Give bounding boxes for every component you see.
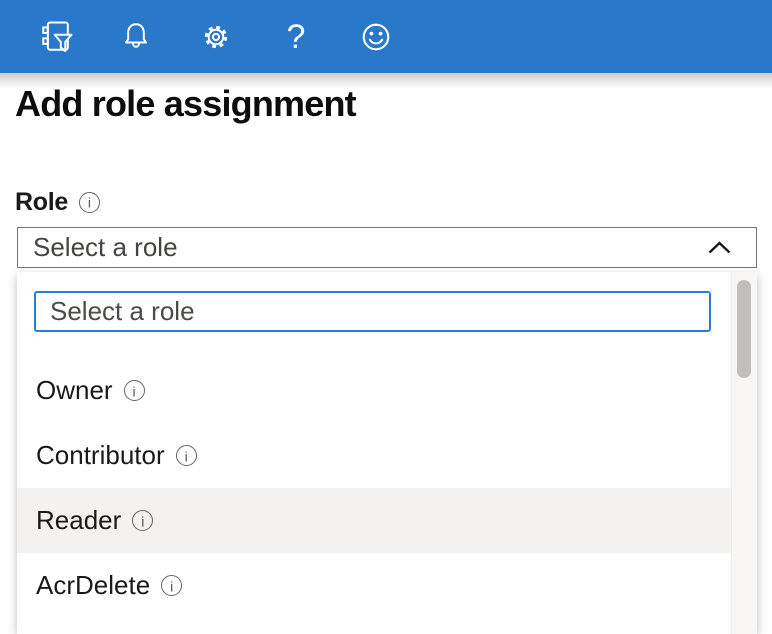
notifications-button[interactable] (116, 0, 156, 73)
settings-gear-icon (196, 15, 236, 59)
screen: ? Add role assignment Role i Select a ro… (0, 0, 772, 634)
page-title: Add role assignment (15, 83, 356, 125)
help-icon: ? (287, 20, 306, 54)
option-owner[interactable]: Owner i (17, 358, 731, 423)
option-label: Reader (36, 505, 121, 536)
directory-filter-icon (36, 15, 76, 59)
directory-filter-button[interactable] (36, 0, 76, 73)
info-icon[interactable]: i (132, 510, 153, 531)
topbar: ? (0, 0, 772, 73)
scrollbar-thumb[interactable] (737, 280, 751, 378)
info-icon[interactable]: i (124, 380, 145, 401)
info-icon[interactable]: i (176, 445, 197, 466)
info-glyph: i (170, 579, 173, 593)
help-button[interactable]: ? (276, 0, 316, 73)
role-dropdown-panel: Owner i Contributor i Reader i AcrDelete (17, 272, 757, 634)
notifications-bell-icon (116, 15, 156, 59)
feedback-button[interactable] (356, 0, 396, 73)
option-acrdelete[interactable]: AcrDelete i (17, 553, 731, 618)
scrollbar[interactable] (731, 272, 757, 634)
role-select-value: Select a role (33, 232, 707, 263)
info-icon[interactable]: i (161, 575, 182, 596)
option-label: AcrDelete (36, 570, 150, 601)
info-glyph: i (141, 514, 144, 528)
option-contributor[interactable]: Contributor i (17, 423, 731, 488)
option-label: Owner (36, 375, 113, 406)
role-search-input[interactable] (34, 291, 711, 332)
option-label: Contributor (36, 440, 165, 471)
role-label: Role (15, 188, 68, 217)
feedback-smiley-icon (356, 15, 396, 59)
option-reader[interactable]: Reader i (17, 488, 731, 553)
info-glyph: i (88, 196, 91, 210)
role-select[interactable]: Select a role (17, 227, 757, 268)
role-field-label-row: Role i (15, 189, 100, 215)
info-glyph: i (133, 384, 136, 398)
chevron-up-icon (707, 240, 732, 255)
role-info-icon[interactable]: i (79, 192, 100, 213)
role-options-list: Owner i Contributor i Reader i AcrDelete (17, 358, 731, 618)
settings-button[interactable] (196, 0, 236, 73)
info-glyph: i (185, 449, 188, 463)
